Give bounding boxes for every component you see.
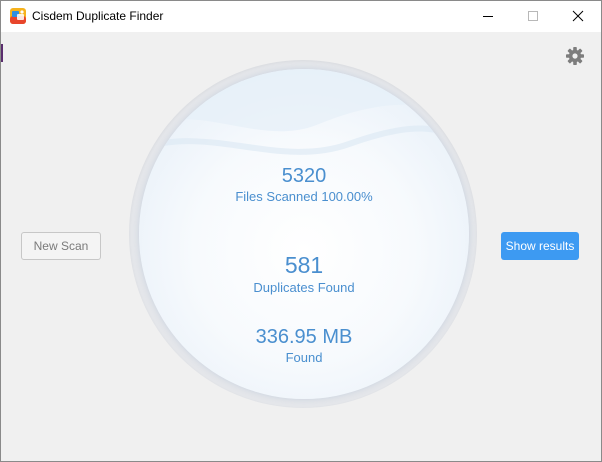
size-found-value: 336.95 MB <box>255 326 353 348</box>
new-scan-button[interactable]: New Scan <box>21 232 101 260</box>
files-scanned-stat: 5320 Files Scanned 100.00% <box>139 164 469 205</box>
close-button[interactable] <box>555 1 601 32</box>
duplicates-label: Duplicates Found <box>253 280 355 295</box>
minimize-icon <box>483 16 493 17</box>
show-results-button[interactable]: Show results <box>501 232 579 260</box>
cisdem-app-icon <box>10 8 26 24</box>
app-window: Cisdem Duplicate Finder 5320 Files Scann… <box>0 0 602 462</box>
main-content: 5320 Files Scanned 100.00% 581 Duplicate… <box>1 32 601 461</box>
duplicates-count: 581 <box>284 252 324 278</box>
size-found-stat: 336.95 MB Found <box>139 325 469 366</box>
window-edge-accent <box>1 44 3 62</box>
files-scanned-label: Files Scanned 100.00% <box>235 189 373 204</box>
close-icon <box>572 10 584 22</box>
maximize-button[interactable] <box>510 1 556 32</box>
minimize-button[interactable] <box>465 1 511 32</box>
duplicates-stat: 581 Duplicates Found <box>139 251 469 296</box>
window-title: Cisdem Duplicate Finder <box>32 9 164 23</box>
files-scanned-count: 5320 <box>281 165 327 187</box>
maximize-icon <box>528 11 538 21</box>
title-bar[interactable]: Cisdem Duplicate Finder <box>1 1 601 32</box>
size-found-label: Found <box>285 350 323 365</box>
results-circle: 5320 Files Scanned 100.00% 581 Duplicate… <box>139 69 469 399</box>
gear-icon[interactable] <box>565 46 585 66</box>
